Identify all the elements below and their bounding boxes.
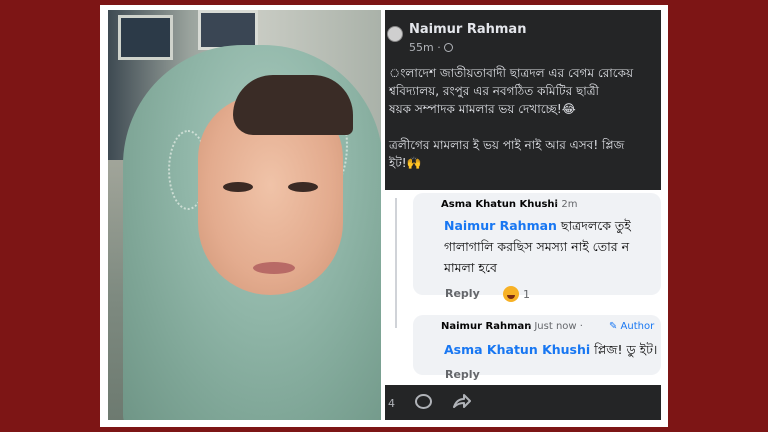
commenter-name[interactable]: Asma Khatun Khushi bbox=[441, 199, 558, 210]
comment-icon[interactable] bbox=[415, 394, 432, 409]
comment-text: প্লিজ! ডু ইট। bbox=[590, 342, 658, 357]
post-time-text: 55m · bbox=[409, 41, 441, 54]
post-author[interactable]: Naimur Rahman bbox=[409, 22, 526, 37]
background-window bbox=[118, 15, 173, 60]
reaction-count: 1 bbox=[523, 288, 530, 301]
comment-bubble: Naimur Rahman · Just now · ✎ Author Asma… bbox=[413, 315, 661, 375]
reply-button[interactable]: Reply bbox=[445, 287, 480, 300]
author-avatar[interactable] bbox=[387, 26, 403, 42]
comment-text: গালাগালি করছিস সমস্যা নাই তোর ন bbox=[444, 239, 630, 254]
comment-time[interactable]: · Just now · bbox=[528, 321, 583, 332]
mention-link[interactable]: Asma Khatun Khushi bbox=[444, 342, 590, 357]
comment-text: মামলা হবে bbox=[444, 260, 497, 275]
comment-body: Naimur Rahman ছাত্রদলকে তুই গালাগালি করছ… bbox=[444, 215, 660, 278]
post-header-area: Naimur Rahman 55m · ংলাদেশ জাতীয়তাবাদী … bbox=[385, 10, 661, 190]
mention-link[interactable]: Naimur Rahman bbox=[444, 218, 557, 233]
comment-text: ছাত্রদলকে তুই bbox=[556, 218, 631, 233]
post-action-bar: 4 bbox=[385, 385, 661, 420]
reaction-count: 4 bbox=[388, 397, 395, 410]
comment-time[interactable]: · 2m bbox=[555, 199, 577, 210]
hair bbox=[233, 75, 353, 135]
lips bbox=[253, 262, 295, 274]
author-badge: ✎ Author bbox=[609, 321, 655, 332]
post-text: ংলাদেশ জাতীয়তাবাদী ছাত্রদল এর বেগম রোকে… bbox=[389, 66, 634, 170]
thread-line bbox=[395, 198, 397, 328]
facebook-post: Naimur Rahman 55m · ংলাদেশ জাতীয়তাবাদী … bbox=[385, 10, 661, 420]
globe-icon bbox=[443, 43, 453, 52]
commenter-name[interactable]: Naimur Rahman bbox=[441, 321, 531, 332]
laugh-emoji-icon[interactable] bbox=[503, 286, 519, 302]
comment-bubble: Asma Khatun Khushi · 2m Naimur Rahman ছা… bbox=[413, 193, 661, 295]
profile-photo bbox=[108, 10, 381, 420]
post-time[interactable]: 55m · bbox=[409, 41, 453, 54]
background-window bbox=[198, 10, 258, 50]
comment-body: Asma Khatun Khushi প্লিজ! ডু ইট। bbox=[444, 339, 660, 360]
reply-button[interactable]: Reply bbox=[445, 368, 480, 381]
share-icon[interactable] bbox=[451, 391, 471, 411]
eye bbox=[288, 182, 318, 192]
eye bbox=[223, 182, 253, 192]
